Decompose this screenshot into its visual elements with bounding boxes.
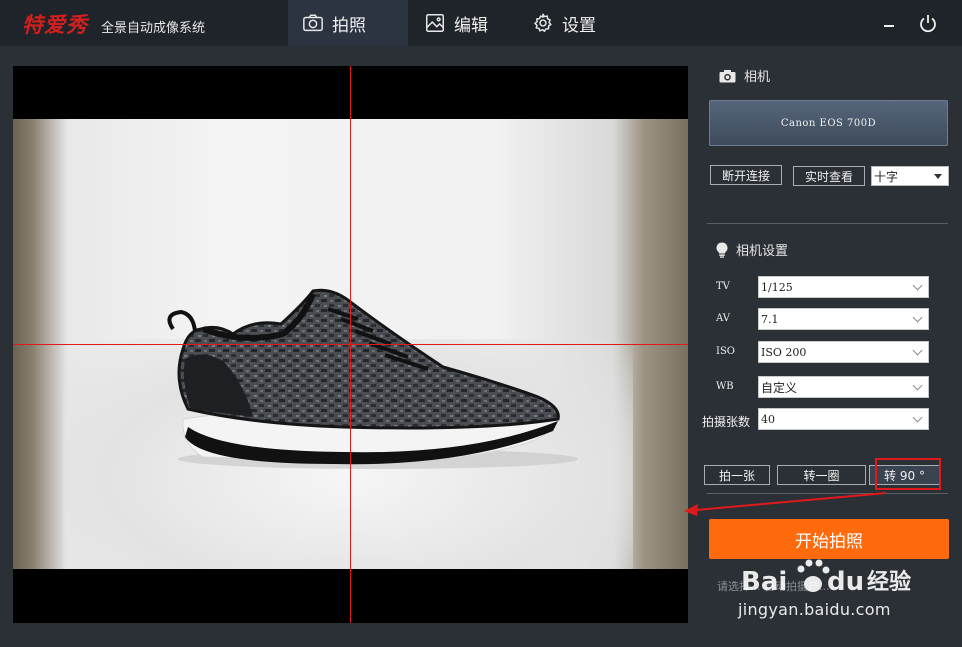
tv-value: 1/125	[761, 280, 793, 294]
close-button[interactable]	[917, 12, 939, 34]
overlay-select[interactable]: 十字	[871, 166, 949, 186]
shot-count-label: 拍摄张数	[702, 415, 751, 429]
shot-count-value: 40	[761, 412, 775, 426]
crosshair-vertical	[350, 66, 351, 623]
chevron-down-icon	[912, 280, 923, 291]
caret-down-icon	[934, 174, 942, 179]
app-logo: 特爱秀	[22, 12, 88, 37]
camera-settings-title: 相机设置	[716, 240, 788, 259]
tab-edit-label: 编辑	[454, 15, 488, 36]
svg-text:du: du	[827, 567, 864, 597]
chevron-down-icon	[912, 312, 923, 323]
annotation-arrow	[684, 492, 887, 516]
chevron-down-icon	[912, 345, 923, 356]
chevron-down-icon	[912, 412, 923, 423]
shot-count-select[interactable]: 40	[758, 408, 929, 430]
lightbulb-icon	[716, 241, 728, 258]
iso-select[interactable]: ISO 200	[758, 341, 929, 363]
rotate-full-button[interactable]: 转一圈	[777, 465, 866, 485]
tab-settings-label: 设置	[562, 15, 596, 36]
tab-photo-label: 拍照	[332, 15, 366, 36]
svg-text:经验: 经验	[867, 569, 911, 595]
overlay-select-value: 十字	[874, 169, 899, 184]
camera-preview[interactable]	[13, 66, 688, 623]
camera-icon	[719, 69, 736, 82]
iso-label: ISO	[716, 346, 735, 357]
wb-select[interactable]: 自定义	[758, 376, 929, 398]
svg-text:Bai: Bai	[741, 567, 787, 597]
shoot-one-button[interactable]: 拍一张	[704, 465, 770, 485]
camera-section-title: 相机	[719, 66, 770, 85]
section-divider	[707, 223, 948, 224]
camera-section-label: 相机	[744, 70, 771, 85]
disconnect-button[interactable]: 断开连接	[710, 165, 782, 185]
live-view-button[interactable]: 实时查看	[793, 166, 865, 186]
av-value: 7.1	[761, 312, 779, 326]
wb-label: WB	[716, 381, 734, 392]
minimize-button[interactable]	[878, 12, 900, 34]
app-subtitle: 全景自动成像系统	[101, 21, 206, 36]
wb-value: 自定义	[761, 380, 798, 395]
minimize-icon	[884, 25, 894, 27]
start-shooting-button[interactable]: 开始拍照	[709, 519, 949, 559]
tv-select[interactable]: 1/125	[758, 276, 929, 298]
image-icon	[426, 14, 444, 32]
tv-label: TV	[716, 281, 730, 292]
av-label: AV	[716, 313, 730, 324]
iso-value: ISO 200	[761, 345, 807, 359]
tab-edit[interactable]: 编辑	[410, 0, 510, 46]
camera-settings-label: 相机设置	[736, 244, 789, 259]
watermark-url: jingyan.baidu.com	[738, 600, 891, 619]
power-icon	[920, 15, 936, 33]
camera-model-display: Canon EOS 700D	[709, 100, 948, 146]
camera-icon	[303, 14, 323, 32]
av-select[interactable]: 7.1	[758, 308, 929, 330]
title-bar: 特爱秀 全景自动成像系统 拍照 编辑 设置	[0, 0, 962, 46]
gear-icon	[534, 13, 552, 32]
tab-photo[interactable]: 拍照	[288, 0, 408, 46]
tab-settings[interactable]: 设置	[518, 0, 618, 46]
chevron-down-icon	[912, 380, 923, 391]
